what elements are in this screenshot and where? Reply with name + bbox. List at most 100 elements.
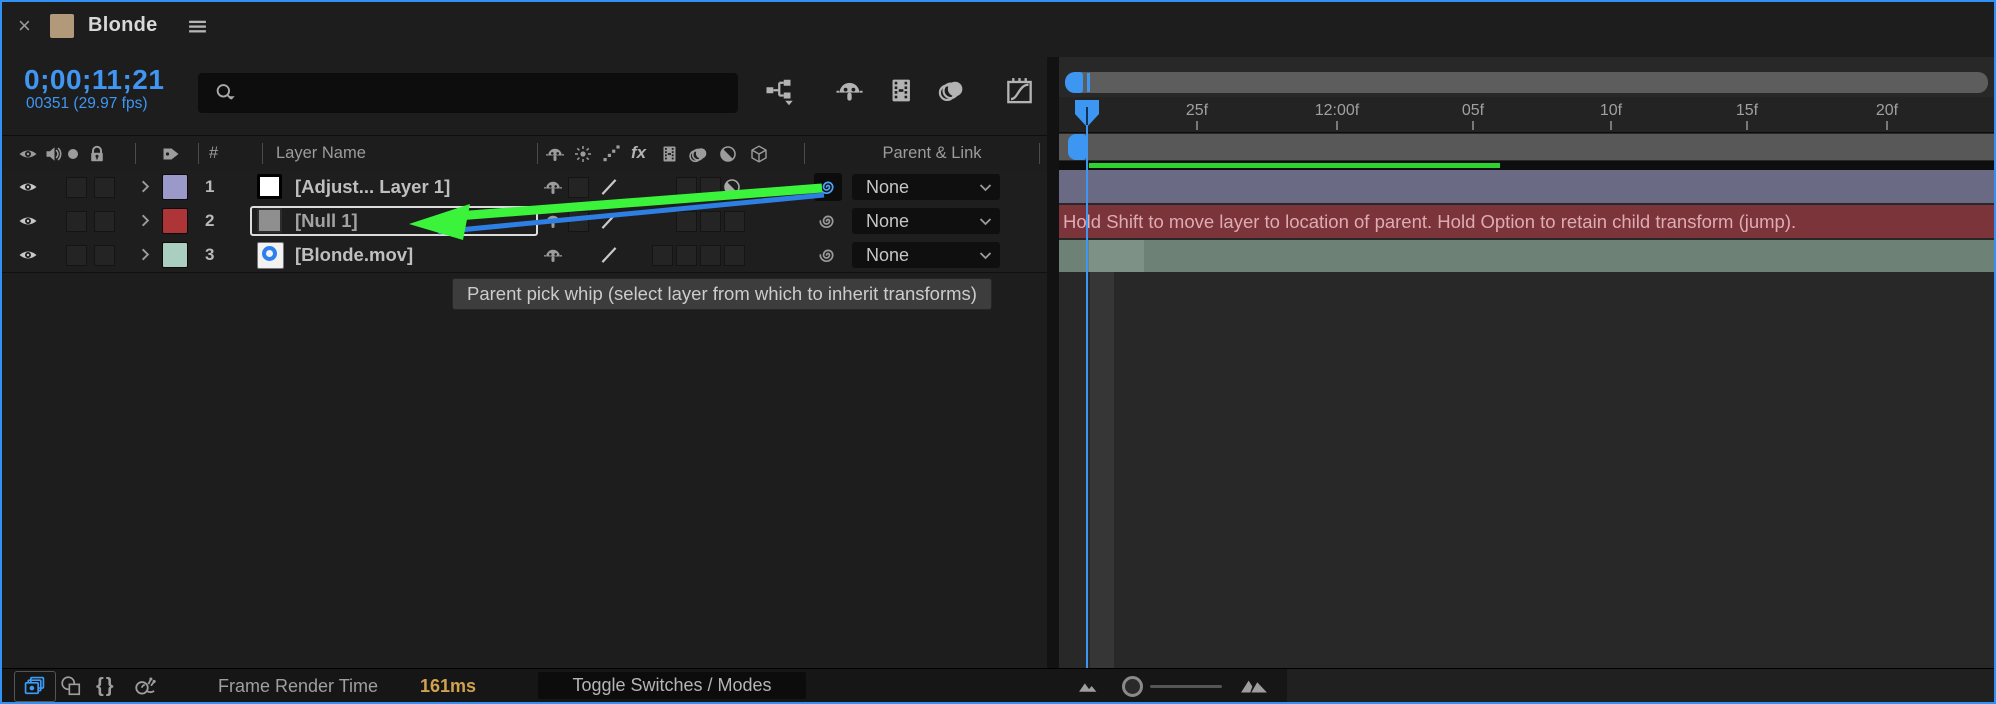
playhead-line[interactable] — [1086, 100, 1088, 668]
comp-color-swatch — [50, 14, 74, 38]
layer3-lock-switch[interactable] — [94, 245, 115, 266]
work-area-start-handle[interactable] — [1068, 134, 1086, 160]
timeline-track-area: 25f 12:00f 05f 10f 15f 20f Hold Shift to… — [1059, 57, 1994, 668]
layer3-parent-dropdown[interactable]: None — [852, 242, 1000, 268]
frame-render-time-label: Frame Render Time — [218, 676, 379, 696]
layer3-twirl-chevron-icon[interactable] — [136, 245, 155, 264]
timeline-zoom-slider-track[interactable] — [1150, 685, 1222, 688]
layer3-quality-icon[interactable] — [598, 244, 620, 266]
search-icon[interactable] — [214, 82, 236, 104]
comp-tab-title[interactable]: Blonde — [88, 14, 158, 37]
layer1-solo-switch[interactable] — [66, 177, 87, 198]
layer1-eye-icon[interactable] — [18, 177, 38, 197]
layer1-parent-dropdown[interactable]: None — [852, 174, 1000, 200]
layer2-switch-slot[interactable] — [700, 211, 721, 232]
layer1-shy-switch-icon[interactable] — [543, 177, 563, 197]
layer1-duration-bar[interactable] — [1059, 170, 1994, 203]
layer1-lock-switch[interactable] — [94, 177, 115, 198]
panel-divider[interactable] — [1047, 57, 1059, 668]
layer2-parent-pick-whip-icon[interactable] — [818, 211, 838, 231]
layer1-switch-slot[interactable] — [700, 177, 721, 198]
toggle-switches-modes-button[interactable]: Toggle Switches / Modes — [538, 672, 806, 699]
layer-row-1[interactable]: 1 [Adjust... Layer 1] None — [2, 170, 1047, 205]
timeline-zoom-slider-knob[interactable] — [1122, 676, 1143, 697]
layer1-adjustment-layer-icon[interactable] — [722, 177, 742, 197]
layer2-collapse-switch[interactable] — [568, 211, 589, 232]
toggle-switches-modes-label: Toggle Switches / Modes — [572, 675, 772, 695]
column-divider — [135, 143, 136, 164]
layer3-switch-slot[interactable] — [700, 245, 721, 266]
layer3-solo-switch[interactable] — [66, 245, 87, 266]
ruler-label: 10f — [1599, 102, 1623, 119]
chevron-down-icon — [976, 246, 995, 265]
layer2-switch-slot[interactable] — [724, 211, 745, 232]
layer1-parent-value: None — [866, 177, 910, 197]
work-area-bar[interactable] — [1059, 134, 1994, 160]
layer3-duration-bar[interactable] — [1059, 240, 1994, 272]
navigator-start-handle[interactable] — [1065, 72, 1083, 93]
hide-shy-layers-icon[interactable] — [835, 76, 864, 105]
layer2-parent-dropdown[interactable]: None — [852, 208, 1000, 234]
close-tab-button[interactable]: × — [18, 15, 31, 37]
layer-row-3[interactable]: 3 [Blonde.mov] None — [2, 238, 1047, 273]
layer1-pickwhip-box[interactable] — [814, 173, 842, 201]
layer3-parent-pick-whip-icon[interactable] — [818, 245, 838, 265]
layer3-label-swatch[interactable] — [162, 242, 188, 268]
layer2-eye-icon[interactable] — [18, 211, 38, 231]
column-header-row: # Layer Name fx Parent & Link — [2, 135, 1047, 172]
render-time-pane-snail-icon[interactable] — [133, 674, 157, 698]
comp-mini-flowchart-icon[interactable] — [765, 76, 795, 106]
motion-blur-icon[interactable] — [937, 76, 966, 105]
parenting-status-message: Hold Shift to move layer to location of … — [1063, 211, 1797, 232]
layer2-solo-switch[interactable] — [66, 211, 87, 232]
layer3-switch-slot[interactable] — [652, 245, 673, 266]
ruler-tick — [1746, 121, 1748, 130]
video-column-eye-icon — [18, 144, 38, 164]
zoom-out-mountain-icon[interactable] — [1078, 680, 1099, 693]
layer-switches-icon[interactable] — [24, 676, 45, 697]
lock-column-icon — [87, 144, 107, 164]
layer1-parent-pick-whip-icon[interactable] — [818, 177, 838, 197]
layer2-shy-switch-icon[interactable] — [543, 211, 563, 231]
layer2-switch-slot[interactable] — [676, 211, 697, 232]
layer1-switch-slot[interactable] — [676, 177, 697, 198]
layer2-twirl-chevron-icon[interactable] — [136, 211, 155, 230]
quicktime-icon — [262, 246, 277, 261]
layer2-lock-switch[interactable] — [94, 211, 115, 232]
layer2-quality-icon[interactable] — [598, 210, 620, 232]
frame-blending-icon[interactable] — [886, 76, 915, 105]
rendered-frames-bar — [1089, 163, 1500, 168]
panel-menu-icon[interactable] — [187, 16, 208, 37]
playhead-marker-notch — [1086, 107, 1088, 125]
ruler-tick — [1472, 121, 1474, 130]
layer1-twirl-chevron-icon[interactable] — [136, 177, 155, 196]
layer1-name[interactable]: [Adjust... Layer 1] — [295, 170, 450, 204]
layer3-switch-slot[interactable] — [724, 245, 745, 266]
layer1-quality-icon[interactable] — [598, 176, 620, 198]
column-divider — [537, 143, 538, 164]
chevron-down-icon — [976, 178, 995, 197]
ruler-tick — [1196, 121, 1198, 130]
timeline-navigator-bar[interactable] — [1065, 72, 1988, 93]
ruler-label: 25f — [1185, 102, 1209, 119]
layer1-label-swatch[interactable] — [162, 174, 188, 200]
layer-switches-pane-toggle[interactable] — [14, 671, 56, 702]
current-timecode[interactable]: 0;00;11;21 — [24, 64, 164, 96]
layer2-parent-value: None — [866, 211, 910, 231]
layer1-collapse-switch[interactable] — [568, 177, 589, 198]
solo-column-icon — [68, 149, 78, 159]
layer3-switch-slot[interactable] — [676, 245, 697, 266]
layer2-label-swatch[interactable] — [162, 208, 188, 234]
search-input[interactable] — [198, 73, 738, 113]
layer2-duration-bar[interactable]: Hold Shift to move layer to location of … — [1059, 205, 1994, 238]
layer-row-2[interactable]: 2 [Null 1] None — [2, 204, 1047, 239]
time-ruler[interactable]: 25f 12:00f 05f 10f 15f 20f — [1059, 97, 1994, 133]
layer3-eye-icon[interactable] — [18, 245, 38, 265]
graph-editor-icon[interactable] — [1004, 75, 1035, 106]
zoom-in-mountain-icon[interactable] — [1240, 678, 1268, 694]
column-divider — [1039, 143, 1040, 164]
layer3-shy-switch-icon[interactable] — [543, 245, 563, 265]
layer3-name[interactable]: [Blonde.mov] — [295, 238, 413, 272]
transfer-controls-pane-icon[interactable] — [60, 675, 82, 697]
in-out-stretch-pane-icon[interactable]: {} — [96, 675, 116, 697]
